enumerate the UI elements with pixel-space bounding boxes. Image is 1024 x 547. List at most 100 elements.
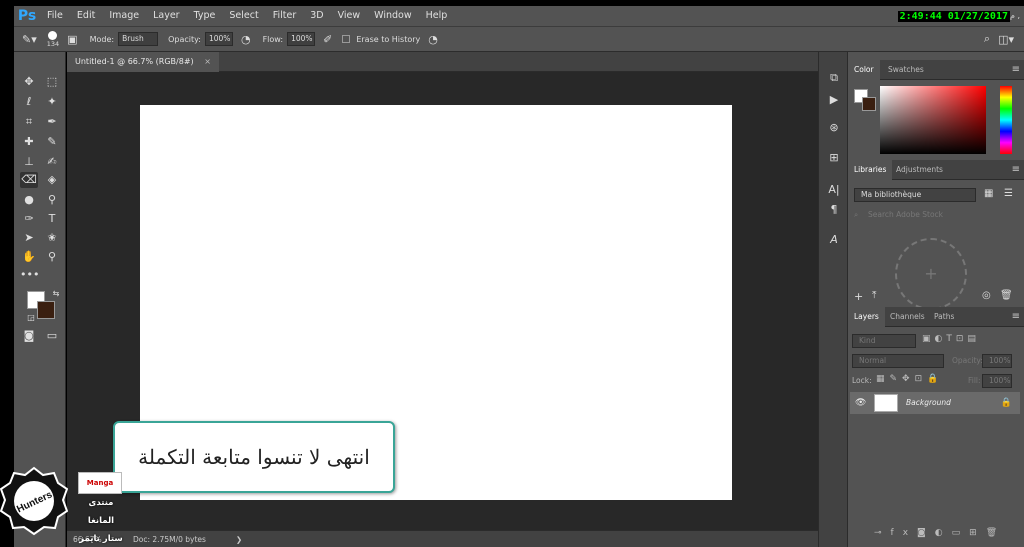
menu-layer[interactable]: Layer: [146, 6, 187, 26]
eraser-preset-icon[interactable]: ✎▾: [22, 33, 37, 46]
menu-image[interactable]: Image: [102, 6, 146, 26]
add-content-icon[interactable]: +: [895, 238, 967, 310]
flow-input[interactable]: 100%: [287, 32, 316, 46]
pressure-opacity-icon[interactable]: ◔: [241, 33, 251, 46]
quick-mask-icon[interactable]: ◙: [20, 328, 38, 344]
document-tab[interactable]: Untitled-1 @ 66.7% (RGB/8#) ×: [67, 52, 219, 72]
brush-panel-icon[interactable]: ▣: [67, 33, 77, 46]
fx-icon[interactable]: fx: [891, 528, 918, 538]
layer-kind-filter[interactable]: Kind: [852, 334, 916, 348]
move-tool-icon[interactable]: ✥: [20, 74, 38, 90]
panel-menu-icon[interactable]: ≡: [1012, 307, 1020, 327]
properties-panel-icon[interactable]: ⊛: [826, 120, 842, 136]
menu-3d[interactable]: 3D: [303, 6, 330, 26]
pen-tool-icon[interactable]: ✑: [20, 211, 38, 227]
search-icon[interactable]: ⌕: [984, 32, 990, 46]
mode-select[interactable]: Brush: [118, 32, 159, 46]
eyedropper-tool-icon[interactable]: ✒: [43, 114, 61, 130]
layers-panel-tabs: Layers Channels Paths ≡: [848, 307, 1024, 327]
tab-swatches[interactable]: Swatches: [882, 60, 930, 80]
visibility-eye-icon[interactable]: 👁: [855, 392, 866, 414]
fill-input[interactable]: 100%: [982, 374, 1012, 388]
tab-adjustments[interactable]: Adjustments: [890, 160, 949, 180]
opacity-input[interactable]: 100%: [204, 32, 233, 46]
creative-cloud-icon[interactable]: ◎: [982, 290, 991, 301]
menu-file[interactable]: File: [40, 6, 70, 26]
layer-filter-icons[interactable]: ▣◐T⊡▤: [922, 334, 980, 344]
clone-source-icon[interactable]: ⊞: [826, 150, 842, 166]
crop-tool-icon[interactable]: ⌗: [20, 114, 38, 130]
type-tool-icon[interactable]: T: [43, 211, 61, 227]
actions-play-icon[interactable]: ▶: [826, 92, 842, 108]
lasso-tool-icon[interactable]: ℓ: [20, 94, 38, 110]
history-brush-tool-icon[interactable]: ✍: [43, 154, 61, 170]
new-group-icon[interactable]: ▭: [952, 528, 970, 538]
color-picker-field[interactable]: [880, 86, 986, 154]
workspace-icon[interactable]: ◫▾: [998, 33, 1014, 46]
marquee-tool-icon[interactable]: ⬚: [43, 74, 61, 90]
tab-libraries[interactable]: Libraries: [848, 160, 893, 180]
grid-view-icon[interactable]: ▦: [984, 188, 993, 199]
brush-tool-icon[interactable]: ✎: [43, 134, 61, 150]
pressure-size-icon[interactable]: ◔: [428, 33, 438, 46]
panel-menu-icon[interactable]: ≡: [1012, 160, 1020, 180]
tab-layers[interactable]: Layers: [848, 307, 885, 327]
magic-wand-tool-icon[interactable]: ✦: [43, 94, 61, 110]
paragraph-panel-icon[interactable]: ¶: [826, 202, 842, 218]
airbrush-icon[interactable]: ✐: [323, 33, 332, 46]
hand-tool-icon[interactable]: ✋: [20, 249, 38, 265]
stock-search-input[interactable]: Search Adobe Stock: [868, 210, 943, 219]
add-asset-icon[interactable]: +: [854, 290, 863, 303]
lock-icons[interactable]: ▦✎✥⊡🔒: [876, 374, 943, 384]
add-mask-icon[interactable]: ◙: [917, 528, 935, 538]
list-view-icon[interactable]: ☰: [1004, 188, 1013, 199]
status-menu-arrow[interactable]: ❯: [236, 535, 242, 544]
trash-icon[interactable]: 🗑: [1000, 290, 1013, 301]
document-tab-bar: Untitled-1 @ 66.7% (RGB/8#) ×: [67, 52, 818, 72]
more-tools-icon[interactable]: •••: [20, 267, 39, 283]
stamp-tool-icon[interactable]: ⊥: [20, 154, 38, 170]
shape-tool-icon[interactable]: ✬: [43, 230, 61, 246]
adjustment-layer-icon[interactable]: ◐: [935, 528, 952, 538]
menu-filter[interactable]: Filter: [266, 6, 304, 26]
new-layer-icon[interactable]: ⊞: [969, 528, 986, 538]
delete-layer-icon[interactable]: 🗑: [986, 528, 1006, 538]
brush-size-label: 134: [46, 39, 60, 48]
default-colors-icon[interactable]: ◲: [22, 310, 40, 326]
link-layers-icon[interactable]: ⊸: [874, 528, 891, 538]
tab-color[interactable]: Color: [848, 60, 880, 80]
history-panel-icon[interactable]: ⧉: [826, 70, 842, 86]
panel-menu-icon[interactable]: ≡: [1012, 60, 1020, 80]
character-panel-icon[interactable]: A|: [826, 182, 842, 198]
menu-select[interactable]: Select: [222, 6, 265, 26]
upload-icon[interactable]: ⤒: [872, 290, 876, 301]
blur-tool-icon[interactable]: ●: [20, 192, 38, 208]
color-panel-background[interactable]: [862, 97, 876, 111]
library-select[interactable]: Ma bibliothèque: [854, 188, 976, 202]
erase-history-checkbox[interactable]: [342, 35, 351, 43]
menu-type[interactable]: Type: [187, 6, 223, 26]
brush-preset-picker[interactable]: 134: [46, 30, 60, 48]
paint-bucket-tool-icon[interactable]: ◈: [43, 172, 61, 188]
layer-opacity-input[interactable]: 100%: [982, 354, 1012, 368]
menu-help[interactable]: Help: [419, 6, 455, 26]
path-selection-tool-icon[interactable]: ➤: [20, 230, 38, 246]
screen-mode-icon[interactable]: ▭: [43, 328, 61, 344]
tab-paths[interactable]: Paths: [928, 307, 960, 327]
menu-view[interactable]: View: [331, 6, 368, 26]
blend-mode-select[interactable]: Normal: [852, 354, 944, 368]
zoom-tool-icon[interactable]: ⚲: [43, 249, 61, 265]
glyphs-panel-icon[interactable]: A: [826, 232, 842, 248]
close-icon[interactable]: ×: [204, 57, 211, 66]
hunters-badge-logo: Hunters: [0, 466, 68, 536]
layer-row[interactable]: 👁 Background 🔒: [850, 392, 1020, 414]
tab-channels[interactable]: Channels: [884, 307, 931, 327]
dodge-tool-icon[interactable]: ⚲: [43, 192, 61, 208]
eraser-tool-icon[interactable]: ⌫: [20, 172, 38, 188]
healing-tool-icon[interactable]: ✚: [20, 134, 38, 150]
hue-slider[interactable]: [1000, 86, 1012, 154]
menu-window[interactable]: Window: [367, 6, 418, 26]
right-panels: Color Swatches ≡ Libraries Adjustments ≡…: [848, 52, 1024, 547]
menu-edit[interactable]: Edit: [70, 6, 102, 26]
swap-colors-icon[interactable]: ⇆: [47, 286, 65, 302]
